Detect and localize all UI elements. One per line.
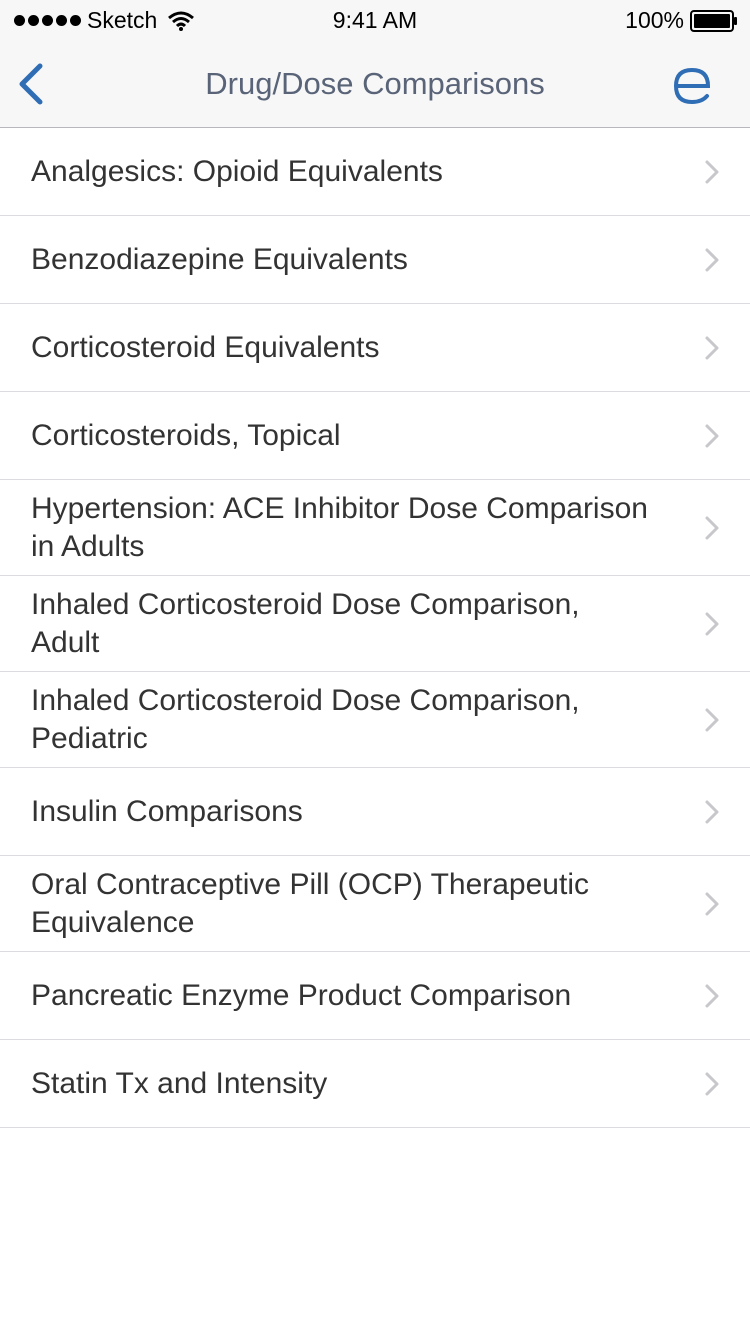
chevron-right-icon (705, 336, 719, 359)
chevron-right-icon (705, 800, 719, 823)
list-item[interactable]: Analgesics: Opioid Equivalents (0, 128, 750, 216)
chevron-right-icon (705, 516, 719, 539)
list-item[interactable]: Statin Tx and Intensity (0, 1040, 750, 1128)
chevron-right-icon (705, 248, 719, 271)
chevron-right-icon (705, 160, 719, 183)
list-item-label: Analgesics: Opioid Equivalents (31, 154, 443, 188)
list-item-label: Corticosteroids, Topical (31, 418, 341, 452)
list-item-label: Inhaled Corticosteroid Dose Comparison, … (31, 683, 580, 755)
chevron-right-icon (705, 892, 719, 915)
chevron-right-icon (705, 424, 719, 447)
list-item[interactable]: Corticosteroids, Topical (0, 392, 750, 480)
list-item[interactable]: Pancreatic Enzyme Product Comparison (0, 952, 750, 1040)
list-item[interactable]: Insulin Comparisons (0, 768, 750, 856)
list-item-label: Insulin Comparisons (31, 794, 303, 828)
chevron-right-icon (705, 984, 719, 1007)
list-item-label: Benzodiazepine Equivalents (31, 242, 408, 276)
list-item-label: Statin Tx and Intensity (31, 1066, 328, 1100)
status-right: 100% (625, 7, 738, 34)
navigation-bar: Drug/Dose Comparisons (0, 40, 750, 128)
chevron-right-icon (705, 612, 719, 635)
list-item[interactable]: Corticosteroid Equivalents (0, 304, 750, 392)
list-item-label: Pancreatic Enzyme Product Comparison (31, 978, 572, 1012)
list-item-label: Inhaled Corticosteroid Dose Comparison, … (31, 587, 580, 659)
page-title: Drug/Dose Comparisons (205, 66, 545, 101)
epocrates-e-icon[interactable] (672, 60, 712, 108)
list-item[interactable]: Benzodiazepine Equivalents (0, 216, 750, 304)
list-item-label: Oral Contraceptive Pill (OCP) Therapeuti… (31, 867, 589, 939)
drug-comparison-list: Analgesics: Opioid Equivalents Benzodiaz… (0, 128, 750, 1128)
list-item[interactable]: Hypertension: ACE Inhibitor Dose Compari… (0, 480, 750, 576)
list-item[interactable]: Inhaled Corticosteroid Dose Comparison, … (0, 576, 750, 672)
list-item-label: Hypertension: ACE Inhibitor Dose Compari… (31, 491, 648, 563)
chevron-right-icon (705, 1072, 719, 1095)
list-item[interactable]: Inhaled Corticosteroid Dose Comparison, … (0, 672, 750, 768)
battery-percent: 100% (625, 7, 684, 33)
battery-icon (690, 9, 737, 32)
chevron-right-icon (705, 708, 719, 731)
list-item-label: Corticosteroid Equivalents (31, 330, 380, 364)
list-item[interactable]: Oral Contraceptive Pill (OCP) Therapeuti… (0, 856, 750, 952)
status-bar: Sketch 9:41 AM 100% (0, 0, 750, 40)
